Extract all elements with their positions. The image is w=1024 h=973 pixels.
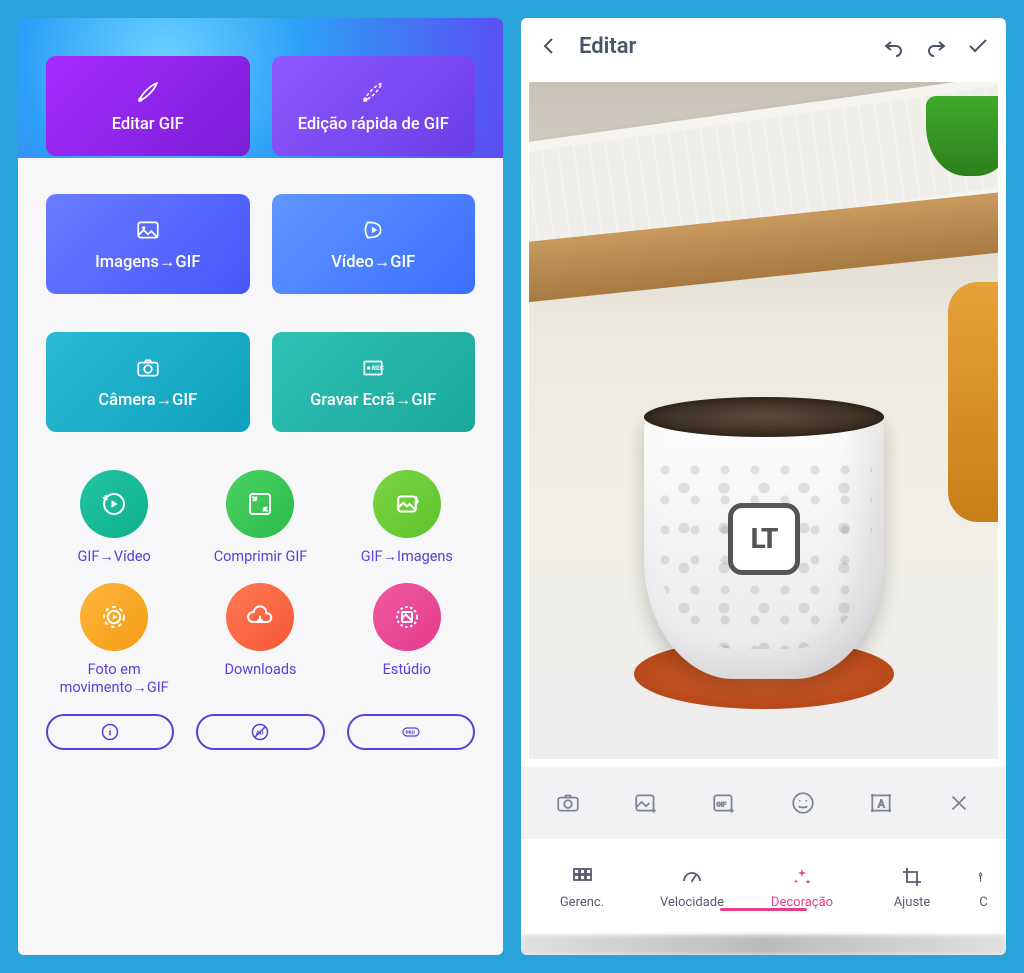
motion-play-icon <box>99 602 129 632</box>
deco-add-gif-button[interactable]: GIF <box>705 784 743 822</box>
replay-icon <box>99 489 129 519</box>
text-box-icon: A <box>868 790 894 816</box>
pill-pro[interactable]: PRO <box>347 714 475 750</box>
circle-label: Comprimir GIF <box>214 548 308 565</box>
svg-text:REC: REC <box>372 364 385 372</box>
crop-icon <box>900 865 924 889</box>
active-tab-indicator <box>720 908 807 911</box>
deco-add-image-button[interactable] <box>627 784 665 822</box>
deco-text-button[interactable]: A <box>862 784 900 822</box>
circle-label: Foto em movimento→GIF <box>46 661 182 696</box>
tile-edit-gif[interactable]: Editar GIF <box>46 56 250 156</box>
svg-text:PRO: PRO <box>405 730 415 736</box>
home-screen: Editar GIF Edição rápida de GIF Imagens→… <box>18 18 503 955</box>
gif-plus-icon: GIF <box>711 790 737 816</box>
tile-label: Câmera→GIF <box>98 391 197 410</box>
tab-label: Velocidade <box>660 895 724 910</box>
circle-studio[interactable]: Estúdio <box>339 583 475 696</box>
confirm-icon[interactable] <box>966 34 990 58</box>
camera-icon <box>133 355 163 381</box>
tile-label: Vídeo→GIF <box>331 253 415 272</box>
tab-label: Gerenc. <box>560 895 604 910</box>
photo-cup: LT <box>644 409 884 679</box>
circle-label: Downloads <box>224 661 296 678</box>
brush-dashed-icon <box>358 79 388 105</box>
tab-adjust[interactable]: Ajuste <box>857 865 967 910</box>
editor-bottom-tabs: Gerenc. Velocidade Decoração Ajuste C <box>521 839 1006 935</box>
sliders-icon <box>977 865 991 889</box>
pill-ad[interactable]: AD <box>196 714 324 750</box>
camera-icon <box>555 790 581 816</box>
tile-label: Editar GIF <box>112 115 184 134</box>
pro-icon: PRO <box>401 722 421 742</box>
tab-speed[interactable]: Velocidade <box>637 865 747 910</box>
image-loop-icon <box>392 489 422 519</box>
circle-motion-photo-to-gif[interactable]: Foto em movimento→GIF <box>46 583 182 696</box>
circle-gif-to-video[interactable]: GIF→Vídeo <box>46 470 182 565</box>
pill-info[interactable] <box>46 714 174 750</box>
image-plus-icon <box>633 790 659 816</box>
decoration-toolbar: GIF A <box>521 767 1006 839</box>
circle-label: GIF→Imagens <box>361 548 453 565</box>
emoji-icon <box>790 790 816 816</box>
deco-camera-button[interactable] <box>549 784 587 822</box>
tab-more[interactable]: C <box>967 865 1000 910</box>
deco-close-button[interactable] <box>940 784 978 822</box>
preview-area: LT <box>521 74 1006 767</box>
studio-icon <box>392 602 422 632</box>
tile-quick-edit-gif[interactable]: Edição rápida de GIF <box>272 56 476 156</box>
circle-compress-gif[interactable]: Comprimir GIF <box>192 470 328 565</box>
svg-text:GIF: GIF <box>717 800 727 808</box>
svg-text:AD: AD <box>256 731 264 737</box>
tab-decoration[interactable]: Decoração <box>747 865 857 910</box>
compress-icon <box>245 489 275 519</box>
tile-label: Imagens→GIF <box>95 253 200 272</box>
tile-camera-to-gif[interactable]: Câmera→GIF <box>46 332 250 432</box>
svg-text:A: A <box>877 797 884 810</box>
circle-label: GIF→Vídeo <box>78 548 151 565</box>
tile-video-to-gif[interactable]: Vídeo→GIF <box>272 194 476 294</box>
undo-icon[interactable] <box>882 34 906 58</box>
photo-orange-object <box>948 282 998 522</box>
play-rounded-icon <box>358 217 388 243</box>
tile-record-screen-to-gif[interactable]: REC Gravar Ecrã→GIF <box>272 332 476 432</box>
brush-icon <box>133 79 163 105</box>
grid-icon <box>570 865 594 889</box>
tile-label: Gravar Ecrã→GIF <box>310 391 436 410</box>
tab-label: C <box>979 895 987 910</box>
circle-downloads[interactable]: Downloads <box>192 583 328 696</box>
tile-label: Edição rápida de GIF <box>298 115 449 134</box>
editor-title: Editar <box>579 34 864 59</box>
rec-icon: REC <box>358 355 388 381</box>
info-icon <box>100 722 120 742</box>
image-icon <box>133 217 163 243</box>
cloud-download-icon <box>245 602 275 632</box>
close-icon <box>946 790 972 816</box>
preview-photo[interactable]: LT <box>529 82 998 759</box>
sparkle-icon <box>790 865 814 889</box>
editor-header: Editar <box>521 18 1006 74</box>
deco-emoji-button[interactable] <box>784 784 822 822</box>
gauge-icon <box>680 865 704 889</box>
redacted-strip <box>521 935 1006 955</box>
circle-label: Estúdio <box>383 661 431 678</box>
redo-icon[interactable] <box>924 34 948 58</box>
editor-screen: Editar LT GIF A Gerenc. <box>521 18 1006 955</box>
no-ad-icon: AD <box>250 722 270 742</box>
tab-manage[interactable]: Gerenc. <box>527 865 637 910</box>
tab-label: Ajuste <box>894 895 931 910</box>
back-icon[interactable] <box>537 34 561 58</box>
tile-images-to-gif[interactable]: Imagens→GIF <box>46 194 250 294</box>
home-content: Editar GIF Edição rápida de GIF Imagens→… <box>18 158 503 955</box>
circle-gif-to-images[interactable]: GIF→Imagens <box>339 470 475 565</box>
